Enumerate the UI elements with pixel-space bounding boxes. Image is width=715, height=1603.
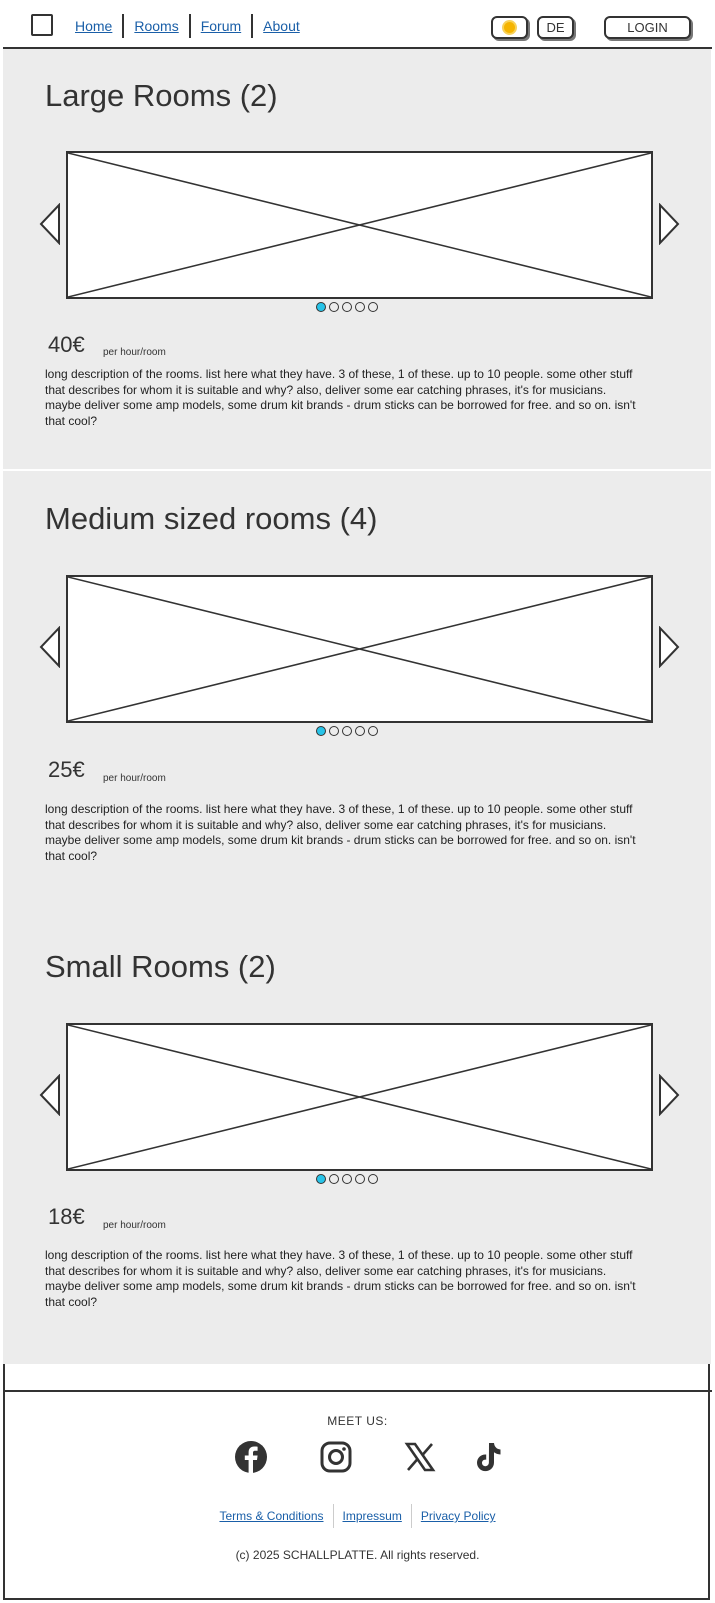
nav-forum-link[interactable]: Forum — [191, 13, 251, 39]
price-unit: per hour/room — [103, 1220, 166, 1231]
theme-toggle-button[interactable] — [491, 16, 528, 39]
nav-rooms-link[interactable]: Rooms — [124, 13, 188, 39]
carousel-dot[interactable] — [316, 302, 326, 312]
carousel-next-arrow-icon[interactable] — [658, 1074, 680, 1116]
carousel-dot[interactable] — [368, 302, 378, 312]
carousel-prev-arrow-icon[interactable] — [39, 1074, 61, 1116]
carousel-next-arrow-icon[interactable] — [658, 203, 680, 245]
image-placeholder-carousel — [66, 575, 653, 723]
carousel-dot[interactable] — [342, 726, 352, 736]
site-footer: MEET US: Terms & Conditions Impressum Pr… — [3, 1390, 712, 1600]
login-button[interactable]: LOGIN — [604, 16, 691, 39]
room-price: 18€ — [48, 1204, 85, 1229]
carousel-dot[interactable] — [329, 726, 339, 736]
footer-links: Terms & Conditions Impressum Privacy Pol… — [3, 1504, 712, 1528]
carousel-dot[interactable] — [342, 1174, 352, 1184]
carousel-dot[interactable] — [342, 302, 352, 312]
image-placeholder-icon — [68, 1025, 651, 1169]
section-title: Small Rooms (2) — [45, 949, 276, 984]
carousel-dots — [316, 726, 378, 736]
terms-link[interactable]: Terms & Conditions — [210, 1505, 332, 1527]
x-icon[interactable] — [403, 1440, 437, 1474]
carousel-prev-arrow-icon[interactable] — [39, 626, 61, 668]
copyright-text: (c) 2025 SCHALLPLATTE. All rights reserv… — [235, 1548, 480, 1562]
rooms-main: Large Rooms (2) 40€ per hour/room long d… — [3, 49, 711, 1364]
carousel-dot[interactable] — [355, 1174, 365, 1184]
carousel-dot[interactable] — [316, 726, 326, 736]
privacy-policy-link[interactable]: Privacy Policy — [412, 1505, 505, 1527]
carousel-dot[interactable] — [368, 726, 378, 736]
carousel-dot[interactable] — [355, 302, 365, 312]
room-description: long description of the rooms. list here… — [45, 1248, 636, 1309]
section-title: Large Rooms (2) — [45, 78, 278, 113]
instagram-icon[interactable] — [319, 1440, 353, 1474]
image-placeholder-carousel — [66, 1023, 653, 1171]
main-nav: Home Rooms Forum About — [65, 13, 310, 39]
carousel-dot[interactable] — [316, 1174, 326, 1184]
price-unit: per hour/room — [103, 773, 166, 784]
site-header: Home Rooms Forum About DE LOGIN — [3, 3, 712, 49]
carousel-prev-arrow-icon[interactable] — [39, 203, 61, 245]
meet-us-label: MEET US: — [327, 1414, 388, 1428]
tiktok-icon[interactable] — [471, 1440, 505, 1474]
carousel-dot[interactable] — [355, 726, 365, 736]
language-button[interactable]: DE — [537, 16, 574, 39]
image-placeholder-carousel — [66, 151, 653, 299]
room-description: long description of the rooms. list here… — [45, 802, 636, 863]
nav-about-link[interactable]: About — [253, 13, 310, 39]
carousel-dots — [316, 1174, 378, 1184]
hamburger-menu-icon[interactable] — [31, 14, 53, 36]
carousel-dot[interactable] — [368, 1174, 378, 1184]
carousel-next-arrow-icon[interactable] — [658, 626, 680, 668]
image-placeholder-icon — [68, 153, 651, 297]
carousel-dots — [316, 302, 378, 312]
section-divider — [3, 469, 711, 471]
carousel-dot[interactable] — [329, 302, 339, 312]
room-price: 40€ — [48, 332, 85, 357]
section-title: Medium sized rooms (4) — [45, 501, 378, 536]
nav-home-link[interactable]: Home — [65, 13, 122, 39]
price-unit: per hour/room — [103, 347, 166, 358]
facebook-icon[interactable] — [234, 1440, 268, 1474]
sun-icon — [504, 22, 515, 33]
impressum-link[interactable]: Impressum — [334, 1505, 411, 1527]
carousel-dot[interactable] — [329, 1174, 339, 1184]
room-price: 25€ — [48, 757, 85, 782]
room-description: long description of the rooms. list here… — [45, 367, 636, 428]
image-placeholder-icon — [68, 577, 651, 721]
